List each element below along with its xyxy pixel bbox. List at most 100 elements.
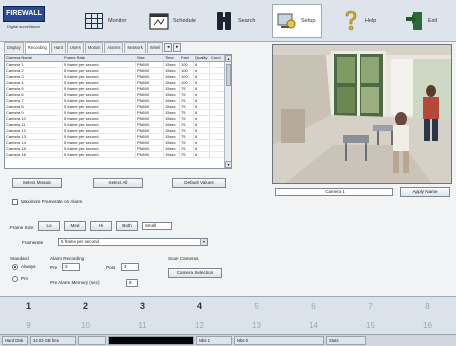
table-row[interactable]: Camera 16 5 frame per second PN600 15sec 75 6: [5, 152, 231, 158]
scroll-up-icon[interactable]: ▴: [225, 55, 231, 62]
camera-cell-15[interactable]: 15: [342, 316, 399, 335]
tab-display[interactable]: Display: [4, 42, 24, 53]
exit-button[interactable]: Exit: [400, 4, 441, 38]
camera-cell-3[interactable]: 3: [114, 297, 171, 316]
table-cell: Camera 11: [5, 122, 63, 127]
select-all-button[interactable]: Select All: [93, 178, 143, 188]
frame-size-hi-button[interactable]: Hi: [90, 221, 112, 231]
camera-grid: 1 2 3 4 5 6 7 8 9 10 11 12 13 14 15 16: [0, 296, 456, 334]
tab-wireless[interactable]: Wireli: [146, 42, 164, 53]
setup-button[interactable]: Setup: [272, 4, 322, 38]
tab-alarms[interactable]: Alarms: [104, 42, 124, 53]
table-cell: [210, 110, 225, 115]
frame-size-lo-button[interactable]: Lo: [38, 221, 60, 231]
camera-cell-16[interactable]: 16: [399, 316, 456, 335]
schedule-button[interactable]: Schedule: [145, 4, 200, 38]
table-scrollbar[interactable]: ▴ ▾: [224, 55, 231, 168]
column-header[interactable]: Fact: [180, 55, 194, 61]
column-header[interactable]: Quality: [194, 55, 210, 61]
frame-size-med-button[interactable]: Med: [64, 221, 86, 231]
tab-hard[interactable]: Hard: [50, 42, 66, 53]
tab-recording[interactable]: Recording: [24, 42, 50, 54]
maximize-framerate-checkbox[interactable]: [12, 199, 18, 205]
camera-cell-7[interactable]: 7: [342, 297, 399, 316]
tab-users[interactable]: Users: [66, 42, 84, 53]
scroll-thumb[interactable]: [226, 64, 231, 86]
always-label: Always: [21, 264, 36, 269]
column-header[interactable]: Frame Rate: [63, 55, 136, 61]
table-cell: 75: [180, 92, 194, 97]
help-label: Help: [365, 18, 377, 24]
table-cell: 75: [180, 116, 194, 121]
frame-rate-select[interactable]: 5 frame per second: [58, 238, 208, 246]
chevron-down-icon[interactable]: ▾: [200, 239, 207, 245]
camera-cell-13[interactable]: 13: [228, 316, 285, 335]
always-radio[interactable]: [12, 264, 18, 270]
table-cell: 6: [194, 104, 210, 109]
camera-cell-5[interactable]: 5: [228, 297, 285, 316]
monitor-grid-icon: [84, 11, 104, 31]
camera-cell-4[interactable]: 4: [171, 297, 228, 316]
apply-name-button[interactable]: Apply Name: [400, 187, 450, 197]
tab-motion[interactable]: Motion: [84, 42, 104, 53]
table-cell: PN600: [136, 134, 164, 139]
table-cell: 6: [194, 122, 210, 127]
exit-label: Exit: [428, 18, 438, 24]
column-header[interactable]: Size: [136, 55, 164, 61]
camera-cell-2[interactable]: 2: [57, 297, 114, 316]
camera-name-field[interactable]: Camera 1: [275, 188, 393, 196]
table-cell: 6: [194, 92, 210, 97]
column-header[interactable]: Cond: [210, 55, 225, 61]
table-cell: 100: [180, 68, 194, 73]
schedule-label: Schedule: [173, 18, 196, 24]
table-cell: 75: [180, 86, 194, 91]
default-values-button[interactable]: Default Values: [172, 178, 226, 188]
tab-scroll-left-icon[interactable]: ◂: [164, 43, 173, 52]
table-cell: [210, 152, 225, 157]
post-field[interactable]: 3: [121, 263, 139, 271]
table-cell: PN600: [136, 140, 164, 145]
column-header[interactable]: Time: [164, 55, 180, 61]
camera-table: Camera Name Frame Rate Size Time Fact Qu…: [4, 54, 232, 169]
prealarm-field[interactable]: 8: [126, 279, 138, 287]
monitor-button[interactable]: Monitor: [80, 4, 130, 38]
column-header[interactable]: Camera Name: [5, 55, 63, 61]
table-cell: Camera 2: [5, 68, 63, 73]
tab-network[interactable]: Network: [124, 42, 146, 53]
table-cell: 6: [194, 134, 210, 139]
table-cell: 5 frame per second: [63, 134, 136, 139]
table-cell: 75: [180, 146, 194, 151]
table-cell: Camera 13: [5, 134, 63, 139]
monitor-label: Monitor: [108, 18, 127, 24]
table-cell: 100: [180, 80, 194, 85]
search-button[interactable]: Search: [210, 4, 259, 38]
table-cell: [210, 104, 225, 109]
table-cell: 6: [194, 62, 210, 67]
camera-cell-12[interactable]: 12: [171, 316, 228, 335]
toolbar: FIREWALL Digital surveillance Monitor Sc…: [0, 0, 456, 42]
camera-selection-button[interactable]: Camera Selection: [168, 268, 222, 278]
table-cell: Camera 1: [5, 62, 63, 67]
camera-cell-1[interactable]: 1: [0, 297, 57, 316]
camera-cell-9[interactable]: 9: [0, 316, 57, 335]
table-cell: 15sec: [164, 140, 180, 145]
frame-size-value[interactable]: Small: [142, 222, 172, 230]
camera-cell-8[interactable]: 8: [399, 297, 456, 316]
table-cell: 75: [180, 110, 194, 115]
table-cell: Camera 12: [5, 128, 63, 133]
camera-cell-6[interactable]: 6: [285, 297, 342, 316]
pm-radio[interactable]: [12, 276, 18, 282]
camera-cell-10[interactable]: 10: [57, 316, 114, 335]
help-button[interactable]: Help: [337, 4, 380, 38]
camera-cell-11[interactable]: 11: [114, 316, 171, 335]
settings-tabs: Display Recording Hard Users Motion Alar…: [4, 42, 234, 54]
tab-scroll-right-icon[interactable]: ▸: [173, 43, 182, 52]
select-mosaic-button[interactable]: Select Mosaic: [12, 178, 62, 188]
camera-cell-14[interactable]: 14: [285, 316, 342, 335]
table-cell: 5 frame per second: [63, 80, 136, 85]
scroll-down-icon[interactable]: ▾: [225, 161, 231, 168]
table-cell: [210, 74, 225, 79]
pre-field[interactable]: 3: [62, 263, 80, 271]
pre-label: Pre: [50, 265, 58, 270]
frame-size-both-button[interactable]: Both: [116, 221, 138, 231]
